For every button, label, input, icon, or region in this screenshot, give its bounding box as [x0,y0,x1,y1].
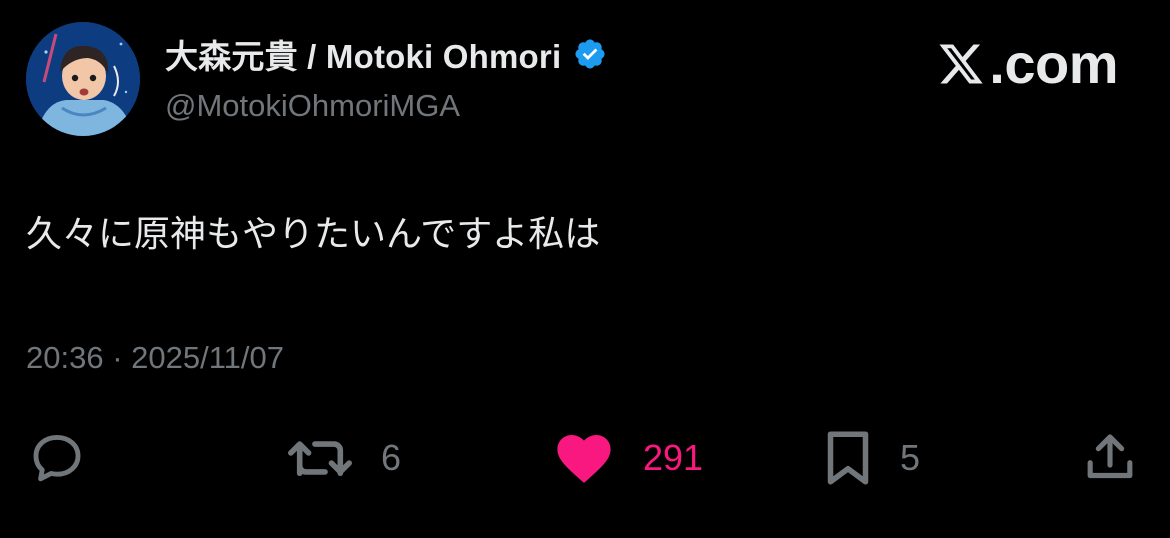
brand-logo: .com [937,36,1118,92]
tweet-timestamp[interactable]: 20:36 · 2025/11/07 [26,340,284,376]
display-name[interactable]: 大森元貴 / Motoki Ohmori [165,30,561,78]
retweet-button[interactable]: 6 [287,428,401,488]
bookmark-button[interactable]: 5 [824,428,920,488]
tweet-text: 久々に原神もやりたいんですよ私は [26,214,601,255]
action-bar: 6 291 5 [0,428,1170,488]
tweet-header: 大森元貴 / Motoki Ohmori @MotokiOhmoriMGA .c… [26,20,1144,136]
reply-icon [28,429,86,487]
verified-badge-icon [573,37,607,71]
retweet-icon [287,429,353,487]
retweet-count: 6 [381,437,402,478]
reply-button[interactable] [28,428,86,488]
bookmark-icon [824,428,872,488]
bookmark-count: 5 [900,437,921,478]
author-handle[interactable]: @MotokiOhmoriMGA [165,88,607,124]
share-button[interactable] [1082,428,1138,488]
like-button[interactable]: 291 [555,428,703,488]
avatar[interactable] [26,22,140,136]
like-count: 291 [643,437,704,478]
x-logo-icon [937,40,985,88]
heart-icon [555,431,613,485]
author-info: 大森元貴 / Motoki Ohmori @MotokiOhmoriMGA [165,34,607,124]
share-icon [1082,430,1138,486]
name-row: 大森元貴 / Motoki Ohmori [165,34,607,75]
brand-label: .com [989,32,1118,95]
